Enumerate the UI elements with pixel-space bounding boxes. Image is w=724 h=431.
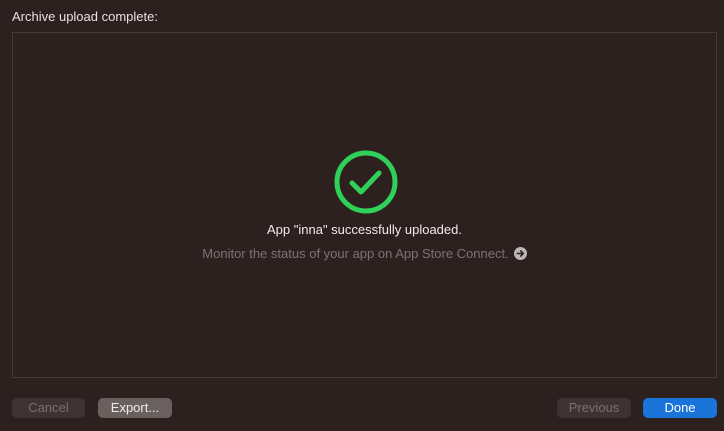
success-message: App "inna" successfully uploaded. <box>267 222 462 237</box>
dialog-title: Archive upload complete: <box>12 9 158 24</box>
previous-button[interactable]: Previous <box>557 398 631 418</box>
monitor-row: Monitor the status of your app on App St… <box>13 246 716 261</box>
cancel-button[interactable]: Cancel <box>12 398 85 418</box>
arrow-right-circle-icon[interactable] <box>513 247 527 260</box>
app-store-connect-link[interactable]: Monitor the status of your app on App St… <box>202 246 508 261</box>
content-panel: App "inna" successfully uploaded. Monito… <box>12 32 717 378</box>
export-button[interactable]: Export... <box>98 398 172 418</box>
checkmark-circle-icon <box>334 150 398 214</box>
done-button[interactable]: Done <box>643 398 717 418</box>
